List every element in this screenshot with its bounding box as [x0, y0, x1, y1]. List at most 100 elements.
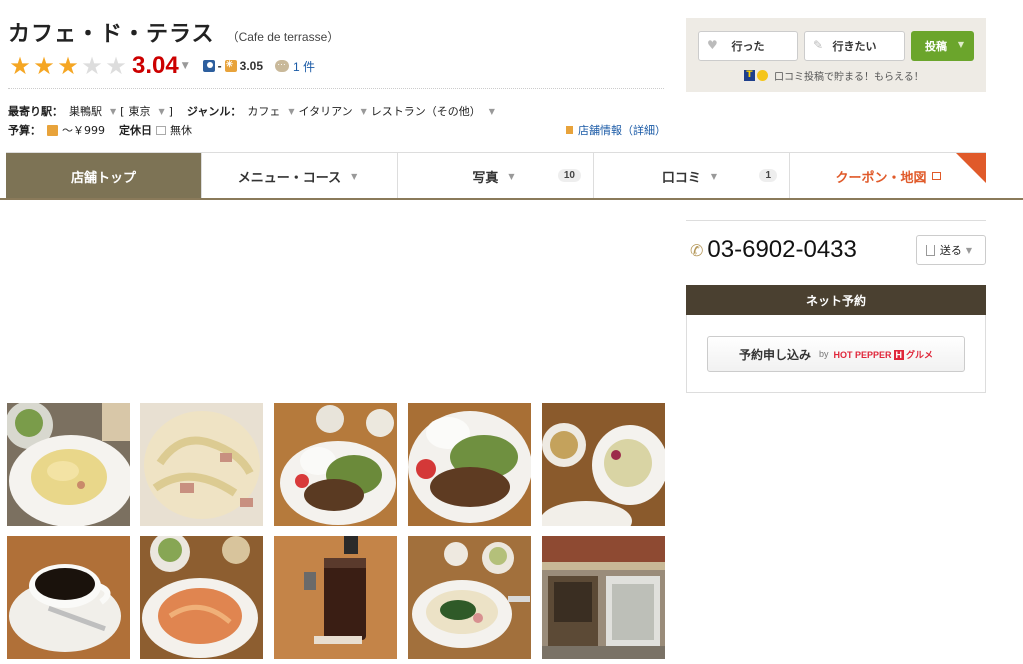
lunch-score: 3.05: [239, 59, 263, 73]
budget-value: ～￥999: [62, 124, 105, 137]
tab-coupon-map[interactable]: クーポン・地図: [790, 153, 986, 199]
chevron-down-icon[interactable]: ▼: [361, 107, 367, 116]
station-link[interactable]: 巣鴨駅: [69, 103, 102, 119]
photo-carbonara-salad[interactable]: [7, 403, 130, 526]
star-filled-icon: ★: [9, 52, 31, 80]
chevron-down-icon[interactable]: ▼: [288, 107, 294, 116]
review-count-link[interactable]: 1 件: [275, 57, 315, 75]
pin-icon: ✎: [813, 38, 824, 52]
restaurant-name-romaji: （Cafe de terrasse）: [226, 30, 340, 44]
hotpepper-logo: HOT PEPPER H グルメ: [833, 348, 934, 361]
phone-block: ✆ 03-6902-0433: [690, 236, 857, 264]
chevron-down-icon[interactable]: ▼: [158, 107, 164, 116]
chevron-down-icon: ▼: [710, 171, 718, 181]
want-to-go-button[interactable]: ✎ 行きたい: [804, 31, 905, 61]
tab-menu-course[interactable]: メニュー・コース ▼: [202, 153, 398, 199]
photo-stirfry-plate[interactable]: [274, 403, 397, 526]
restaurant-header: カフェ・ド・テラス （Cafe de terrasse）: [8, 16, 339, 48]
tab-label: 写真: [472, 170, 499, 186]
score-dropdown-icon[interactable]: ▼: [182, 61, 189, 71]
store-detail-link[interactable]: 店舗情報（詳細）: [566, 122, 666, 138]
lunch-budget-icon: [47, 124, 58, 136]
review-count[interactable]: 1 件: [293, 58, 315, 75]
heart-icon: ♥: [707, 38, 718, 52]
tab-label: メニュー・コース: [237, 170, 342, 186]
promo-text[interactable]: T 口コミ投稿で貯まる！もらえる！: [744, 68, 924, 83]
hotpepper-gourmet: グルメ: [906, 349, 934, 360]
hotpepper-name: HOT PEPPER: [833, 349, 892, 360]
dinner-moon-icon: [202, 60, 215, 72]
calendar-icon: [156, 125, 166, 135]
tab-label: クーポン・地図: [835, 170, 927, 186]
divider: [8, 88, 664, 89]
photo-spinach-pasta[interactable]: [408, 536, 531, 659]
tab-underline: [0, 198, 1023, 200]
send-button[interactable]: 送る ▼: [916, 235, 986, 265]
t-point-icon: T: [744, 70, 755, 81]
review-count-badge: 1: [759, 169, 777, 182]
tab-label: 店舗トップ: [70, 170, 136, 186]
divider: [686, 220, 986, 221]
tab-label: 口コミ: [661, 170, 701, 186]
chevron-down-icon[interactable]: ▼: [489, 107, 495, 116]
station-label: 最寄り駅：: [8, 105, 63, 118]
photo-tomato-pasta[interactable]: [140, 536, 263, 659]
star-empty-icon: ★: [81, 52, 103, 80]
phone-icon: ✆: [690, 240, 704, 260]
send-label: 送る: [939, 244, 962, 257]
promo-label[interactable]: 口コミ投稿で貯まる！もらえる！: [774, 68, 924, 83]
post-button[interactable]: 投稿 ▼: [911, 31, 974, 61]
photo-count-badge: 10: [557, 169, 581, 182]
genre-link[interactable]: レストラン（その他）: [371, 103, 481, 119]
new-ribbon-icon: [956, 153, 986, 183]
restaurant-name: カフェ・ド・テラス: [8, 22, 215, 47]
phone-number[interactable]: 03-6902-0433: [707, 236, 856, 264]
action-box: ♥ 行った ✎ 行きたい 投稿 ▼ T 口コミ投稿で貯まる！もらえる！: [686, 18, 986, 92]
holiday-label: 定休日: [119, 124, 152, 137]
went-label: 行った: [731, 40, 765, 53]
reserve-button[interactable]: 予約申し込み by HOT PEPPER H グルメ: [707, 336, 965, 372]
external-link-icon: [931, 172, 941, 180]
chevron-down-icon: ▼: [508, 171, 515, 181]
rating-row: ★ ★ ★ ★ ★ 3.04 ▼ - 3.05 1 件: [8, 52, 315, 80]
holiday-value: 無休: [170, 124, 192, 137]
reserve-header-label: ネット予約: [805, 293, 866, 308]
photo-storefront[interactable]: [542, 536, 665, 659]
chevron-down-icon[interactable]: ▼: [110, 107, 116, 116]
chevron-down-icon: ▼: [965, 245, 973, 255]
net-reservation-header: ネット予約: [686, 285, 986, 315]
store-detail-label[interactable]: 店舗情報（詳細）: [578, 122, 666, 138]
star-filled-icon: ★: [57, 52, 79, 80]
coin-icon: [757, 70, 768, 81]
total-score[interactable]: 3.04: [132, 52, 179, 80]
share-icon: [925, 244, 935, 256]
tab-photos[interactable]: 写真 ▼ 10: [398, 153, 594, 199]
chevron-down-icon[interactable]: ▼: [958, 40, 964, 49]
genre-link[interactable]: カフェ: [247, 103, 280, 119]
photo-carbonara-closeup[interactable]: [140, 403, 263, 526]
info-row-budget: 予算： ～￥999 定休日 無休: [8, 122, 196, 138]
went-button[interactable]: ♥ 行った: [698, 31, 798, 61]
info-row-access: 最寄り駅： 巣鴨駅 ▼ [ 東京 ▼ ] ジャンル： カフェ ▼ イタリアン ▼…: [8, 103, 499, 119]
tab-bar: 店舗トップ メニュー・コース ▼ 写真 ▼ 10 口コミ ▼ 1 クーポン・地図: [6, 152, 986, 199]
want-label: 行きたい: [832, 40, 877, 53]
by-label: by: [818, 349, 829, 359]
sub-scores: - 3.05: [202, 59, 263, 73]
photo-salad-soup[interactable]: [542, 403, 665, 526]
photo-iced-coffee[interactable]: [274, 536, 397, 659]
genre-link[interactable]: イタリアン: [299, 103, 353, 119]
area-bracket-open: [: [120, 104, 125, 118]
photo-coffee[interactable]: [7, 536, 130, 659]
net-reservation-panel: 予約申し込み by HOT PEPPER H グルメ: [686, 315, 986, 393]
genre-label: ジャンル：: [186, 105, 242, 118]
post-label: 投稿: [925, 40, 947, 53]
dinner-score: -: [217, 59, 222, 73]
area-link[interactable]: 東京: [128, 103, 150, 119]
photo-stirfry-closeup[interactable]: [408, 403, 531, 526]
tab-store-top[interactable]: 店舗トップ: [6, 153, 202, 199]
hotpepper-h-icon: H: [893, 349, 905, 360]
star-empty-icon: ★: [105, 52, 127, 80]
tab-reviews[interactable]: 口コミ ▼ 1: [594, 153, 790, 199]
document-icon: [566, 126, 573, 134]
budget-label: 予算：: [8, 124, 41, 137]
